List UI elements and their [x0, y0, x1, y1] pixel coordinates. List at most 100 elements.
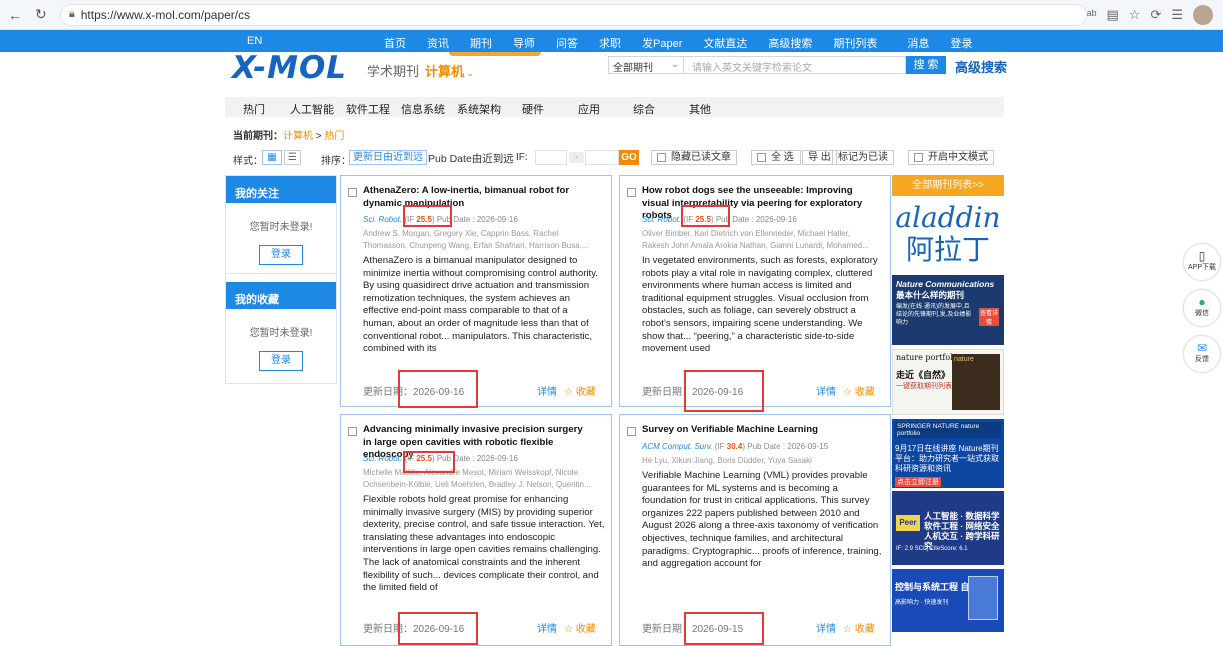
select-checkbox[interactable]	[348, 188, 357, 197]
cat-apps[interactable]: 应用	[578, 101, 600, 117]
control-engineering-ad[interactable]: 控制与系统工程 自动化 高影响力 · 快速发刊	[892, 569, 1004, 632]
nature-cover-image: nature	[952, 354, 1000, 410]
nav-journals[interactable]: 期刊	[470, 35, 492, 51]
paper-abstract: Verifiable Machine Learning (VML) provid…	[642, 470, 882, 570]
search-input[interactable]: 请输入英文关键字检索论文	[684, 56, 906, 74]
translate-icon[interactable]: ᵃᵇ	[1087, 7, 1097, 22]
sn-text: 9月17日在线讲座 Nature期刊平台：助力研究者一站式获取科研资源和资讯	[895, 444, 999, 473]
detail-link[interactable]: 详情	[537, 620, 557, 635]
cat-arch[interactable]: 系统架构	[457, 101, 501, 117]
select-checkbox[interactable]	[627, 188, 636, 197]
if-max-input[interactable]	[585, 150, 619, 165]
app-download-button[interactable]: ▯ APP下载	[1183, 243, 1221, 281]
follow-login-button[interactable]: 登录	[259, 245, 303, 265]
nav-jobs[interactable]: 求职	[599, 35, 621, 51]
address-bar[interactable]: 🔒︎ https://www.x-mol.com/paper/cs	[59, 3, 1087, 26]
select-checkbox[interactable]	[348, 427, 357, 436]
journal-select[interactable]: 全部期刊 ⌄	[608, 56, 684, 74]
chinese-mode-toggle[interactable]: 开启中文模式	[908, 150, 994, 165]
journal-name[interactable]: Sci. Robot.	[642, 215, 681, 224]
journal-name[interactable]: Sci. Robot.	[363, 454, 402, 463]
nc-sub: 最本什么样的期刊	[896, 290, 965, 300]
lang-switch-en[interactable]: EN	[247, 35, 262, 47]
if-go-button[interactable]: GO	[619, 150, 639, 165]
paper-authors: Michelle Mattille, Alexandre Mesot, Miri…	[363, 468, 591, 489]
advanced-search-link[interactable]: 高级搜索	[955, 57, 1007, 76]
wechat-button[interactable]: ● 微信	[1183, 289, 1221, 327]
nature-communications-ad[interactable]: Nature Communications 最本什么样的期刊 编发(在线·通讯)…	[892, 275, 1004, 345]
journal-name[interactable]: Sci. Robot.	[363, 215, 402, 224]
favorite-button[interactable]: ☆ 收藏	[843, 383, 875, 398]
cat-infosys[interactable]: 信息系统	[401, 101, 445, 117]
category-dropdown[interactable]: 计算机 ⌄	[425, 61, 474, 80]
grid-view-icon[interactable]: ▦	[262, 150, 282, 165]
extensions-icon[interactable]: ⟳	[1150, 7, 1161, 23]
nav-direct[interactable]: 文献直达	[703, 35, 747, 51]
back-icon[interactable]: ←	[4, 4, 26, 26]
cat-general[interactable]: 综合	[633, 101, 655, 117]
cat-hot[interactable]: 热门	[243, 101, 265, 117]
reader-icon[interactable]: ▤	[1107, 7, 1119, 23]
nav-publish[interactable]: 发Paper	[642, 35, 682, 51]
favorite-button[interactable]: ☆ 收藏	[843, 620, 875, 635]
breadcrumb-label: 当前期刊：	[233, 131, 283, 142]
favorite-icon[interactable]: ☆	[1129, 7, 1141, 23]
paper-title[interactable]: AthenaZero: A low-inertia, bimanual robo…	[363, 185, 593, 210]
feedback-label: 反馈	[1195, 356, 1209, 363]
site-logo[interactable]: X-MOL	[232, 50, 347, 86]
springer-nature-webinar-ad[interactable]: SPRINGER NATURE nature portfolio 9月17日在线…	[892, 419, 1004, 488]
sn-register-button: 点击立即注册	[895, 477, 941, 487]
all-journals-button[interactable]: 全部期刊列表>>	[892, 175, 1004, 196]
app-download-label: APP下载	[1187, 264, 1216, 271]
profile-avatar[interactable]	[1193, 4, 1214, 25]
breadcrumb-current[interactable]: 热门	[324, 131, 344, 142]
detail-link[interactable]: 详情	[537, 383, 557, 398]
list-view-icon[interactable]: ☰	[284, 150, 301, 165]
aladdin-ad[interactable]: aladdin 阿拉丁	[892, 199, 1004, 270]
paper-meta: Sci. Robot. (IF 25.5) Pub Date : 2026-09…	[642, 215, 797, 224]
paper-meta: ACM Comput. Surv. (IF 30.4) Pub Date : 2…	[642, 442, 829, 451]
breadcrumb-journal[interactable]: 计算机	[283, 131, 313, 142]
fav-login-button[interactable]: 登录	[259, 351, 303, 371]
detail-link[interactable]: 详情	[816, 620, 836, 635]
chevron-down-icon: ⌄	[464, 68, 475, 78]
nav-news[interactable]: 资讯	[427, 35, 449, 51]
cat-other[interactable]: 其他	[689, 101, 711, 117]
reload-icon[interactable]: ↻	[30, 4, 52, 26]
cat-software[interactable]: 软件工程	[346, 101, 390, 117]
peer-text: 人工智能 · 数据科学 软件工程 · 网络安全 人机交互 · 跨学科研究	[924, 511, 1000, 551]
url-text: https://www.x-mol.com/paper/cs	[80, 7, 251, 22]
sort-pubdate-desc[interactable]: Pub Date由近到远	[428, 151, 514, 166]
feedback-button[interactable]: ✉ 反馈	[1183, 335, 1221, 373]
journal-name[interactable]: ACM Comput. Surv.	[642, 442, 713, 451]
search-button[interactable]: 搜 索	[906, 56, 946, 74]
cat-ai[interactable]: 人工智能	[290, 101, 334, 117]
divider	[226, 265, 336, 274]
select-all-toggle[interactable]: 全 选	[751, 150, 801, 165]
collections-icon[interactable]: ☰	[1171, 7, 1183, 23]
paper-meta: Sci. Robot. (IF 25.5) Pub Date : 2026-09…	[363, 215, 518, 224]
favorite-button[interactable]: ☆ 收藏	[564, 620, 596, 635]
mark-read-button[interactable]: 标记为已读	[832, 150, 894, 165]
nav-login[interactable]: 登录	[950, 35, 972, 51]
nature-portfolio-ad[interactable]: nature portfolio 走近《自然》 一键获取期刊列表 nature	[892, 349, 1004, 415]
nav-mentors[interactable]: 导师	[513, 35, 535, 51]
hide-read-toggle[interactable]: 隐藏已读文章	[651, 150, 737, 165]
checkbox-icon	[914, 152, 923, 162]
cat-hardware[interactable]: 硬件	[522, 101, 544, 117]
paper-title[interactable]: Survey on Verifiable Machine Learning	[642, 424, 872, 437]
favorite-button[interactable]: ☆ 收藏	[564, 383, 596, 398]
detail-link[interactable]: 详情	[816, 383, 836, 398]
select-checkbox[interactable]	[627, 427, 636, 436]
nav-journal-list[interactable]: 期刊列表	[833, 35, 877, 51]
ce-cover-image	[968, 576, 998, 620]
nav-home[interactable]: 首页	[384, 35, 406, 51]
nav-advanced-search[interactable]: 高级搜索	[768, 35, 812, 51]
nav-qa[interactable]: 问答	[556, 35, 578, 51]
nav-messages[interactable]: 消息	[907, 35, 929, 51]
peer-journal-ad[interactable]: Peer 人工智能 · 数据科学 软件工程 · 网络安全 人机交互 · 跨学科研…	[892, 491, 1004, 565]
highlight-box	[398, 612, 478, 645]
sort-update-desc[interactable]: 更新日由近到远	[349, 150, 427, 165]
if-min-input[interactable]	[535, 150, 567, 165]
highlight-box	[681, 205, 730, 227]
